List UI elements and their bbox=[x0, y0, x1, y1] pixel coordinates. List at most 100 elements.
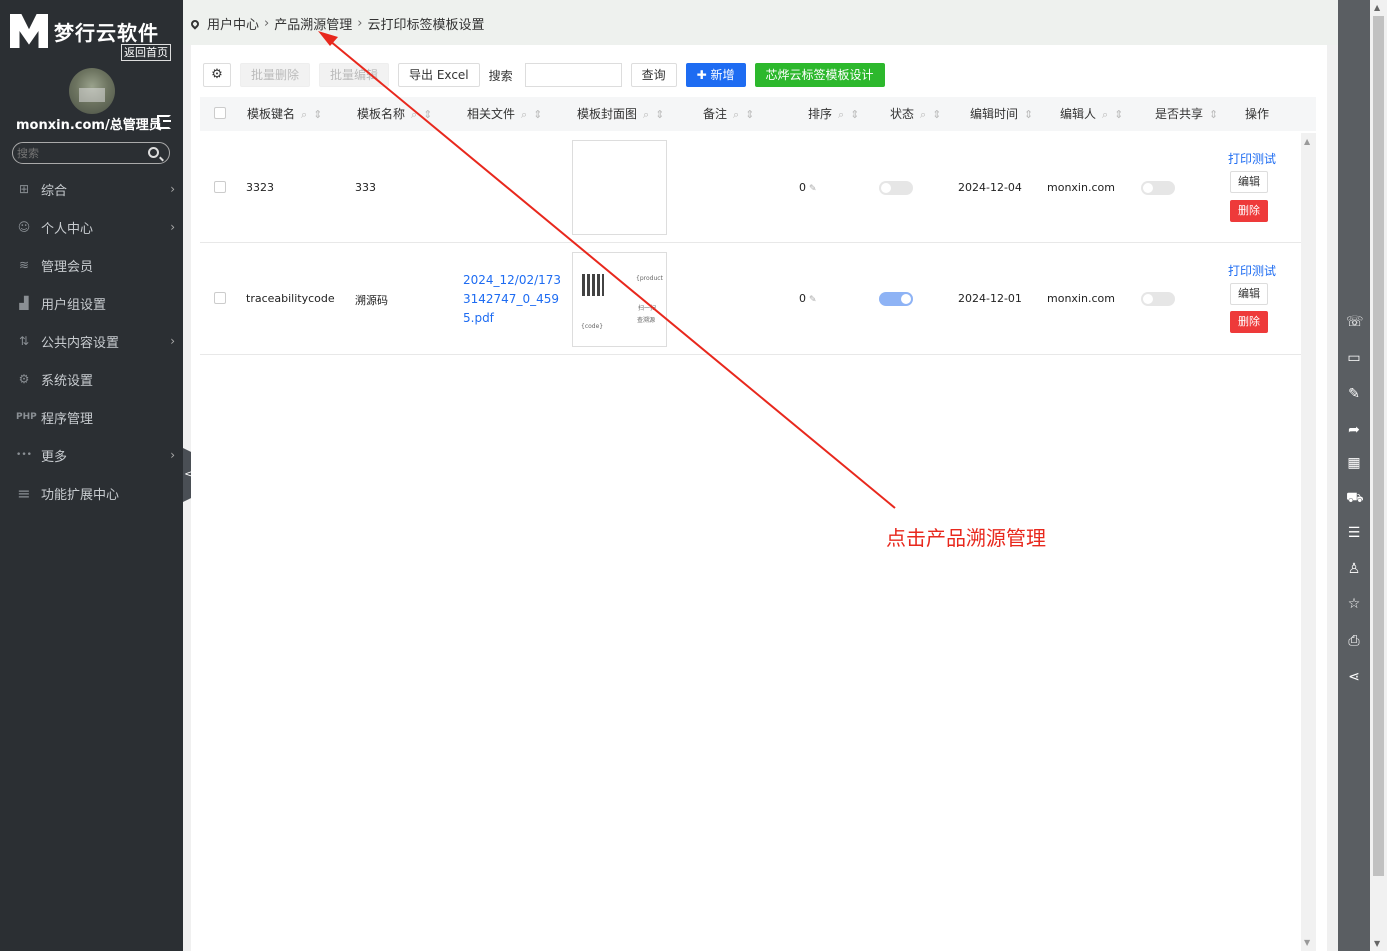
header-shared[interactable]: 是否共享 ⇕ bbox=[1155, 97, 1218, 131]
edit-icon[interactable]: ✎ bbox=[809, 184, 817, 194]
add-button[interactable]: ✚ 新增 bbox=[685, 63, 746, 87]
sidebar-item-label: 公共内容设置 bbox=[41, 335, 120, 351]
brand-logo[interactable]: 梦行云软件 bbox=[10, 14, 159, 48]
sidebar-item-system-settings[interactable]: ⚙ 系统设置 bbox=[0, 360, 183, 398]
back-home-link[interactable]: 返回首页 bbox=[121, 44, 171, 61]
dots-icon: ••• bbox=[16, 450, 32, 460]
sidebar-item-more[interactable]: ••• 更多 › bbox=[0, 436, 183, 474]
breadcrumb-product-traceability[interactable]: 产品溯源管理 bbox=[274, 14, 352, 33]
cell-sort-order[interactable]: 0 ✎ bbox=[799, 292, 817, 305]
sort-icon[interactable]: ⇕ bbox=[850, 108, 859, 121]
query-button[interactable]: 查询 bbox=[630, 63, 677, 87]
table-scrollbar[interactable]: ▲ ▼ bbox=[1301, 133, 1316, 951]
sort-icon[interactable]: ⇕ bbox=[313, 108, 322, 121]
cart-icon[interactable]: ⛟ bbox=[1346, 490, 1364, 506]
status-toggle[interactable] bbox=[879, 292, 913, 306]
batch-delete-button[interactable]: 批量删除 bbox=[240, 63, 311, 87]
sidebar-item-extension-center[interactable]: ≡ 功能扩展中心 bbox=[0, 474, 183, 512]
share-nodes-icon[interactable]: ⋖ bbox=[1346, 669, 1362, 685]
qrcode-icon[interactable]: ▦ bbox=[1346, 455, 1362, 471]
shared-toggle[interactable] bbox=[1141, 292, 1175, 306]
sort-icon[interactable]: ⇕ bbox=[1114, 108, 1123, 121]
search-icon[interactable]: ⌕ bbox=[521, 108, 527, 121]
cell-sort-order[interactable]: 0 ✎ bbox=[799, 181, 817, 194]
sidebar-item-label: 综合 bbox=[41, 183, 68, 199]
edit-icon[interactable]: ✎ bbox=[809, 295, 817, 305]
share-icon[interactable]: ➦ bbox=[1346, 422, 1362, 438]
chevron-right-icon: › bbox=[170, 220, 175, 234]
sidebar-item-public-content[interactable]: ⇅ 公共内容设置 › bbox=[0, 322, 183, 360]
batch-edit-button[interactable]: 批量编辑 bbox=[319, 63, 390, 87]
header-related-file[interactable]: 相关文件 ⌕ ⇕ bbox=[467, 97, 542, 131]
search-icon[interactable]: ⌕ bbox=[920, 108, 926, 121]
avatar[interactable] bbox=[69, 68, 115, 114]
scroll-up-icon[interactable]: ▲ bbox=[1304, 137, 1310, 146]
sidebar-item-program-management[interactable]: PHP 程序管理 bbox=[0, 398, 183, 436]
message-icon[interactable]: ▭ bbox=[1346, 350, 1362, 366]
search-icon[interactable]: ⌕ bbox=[301, 108, 307, 121]
user-icon[interactable]: ♙ bbox=[1346, 561, 1362, 577]
sidebar-item-general[interactable]: ⊞ 综合 › bbox=[0, 170, 183, 208]
logout-icon[interactable] bbox=[157, 115, 171, 129]
print-test-link[interactable]: 打印测试 bbox=[1228, 262, 1276, 279]
delete-button[interactable]: 删除 bbox=[1230, 311, 1268, 333]
export-excel-button[interactable]: 导出 Excel bbox=[398, 63, 480, 87]
search-input[interactable] bbox=[524, 63, 622, 87]
printer-icon[interactable]: ⎙ bbox=[1346, 633, 1362, 649]
sort-icon[interactable]: ⇕ bbox=[932, 108, 941, 121]
search-icon[interactable]: ⌕ bbox=[643, 108, 649, 121]
php-icon: PHP bbox=[16, 412, 37, 422]
header-edit-time[interactable]: 编辑时间 ⇕ bbox=[970, 97, 1033, 131]
search-icon[interactable] bbox=[148, 147, 159, 158]
cover-image-thumbnail[interactable] bbox=[572, 140, 667, 235]
wechat-icon[interactable]: ☏ bbox=[1346, 314, 1364, 330]
sidebar-search-input[interactable] bbox=[13, 143, 133, 163]
search-icon[interactable]: ⌕ bbox=[1102, 108, 1108, 121]
label-template-design-button[interactable]: 芯烨云标签模板设计 bbox=[754, 63, 885, 87]
edit-button[interactable]: 编辑 bbox=[1230, 283, 1268, 305]
status-toggle[interactable] bbox=[879, 181, 913, 195]
settings-gear-button[interactable]: ⚙ bbox=[203, 63, 231, 87]
sort-icon[interactable]: ⇕ bbox=[745, 108, 754, 121]
sort-icon[interactable]: ⇕ bbox=[1209, 108, 1218, 121]
cover-image-thumbnail[interactable]: {product 扫一扫 查溯源 {code} bbox=[572, 252, 667, 347]
sidebar-item-label: 用户组设置 bbox=[41, 297, 107, 313]
breadcrumb-user-center[interactable]: 用户中心 bbox=[207, 14, 259, 33]
sort-icon[interactable]: ⇕ bbox=[655, 108, 664, 121]
scroll-up-icon[interactable]: ▲ bbox=[1374, 3, 1380, 12]
search-icon[interactable]: ⌕ bbox=[733, 108, 739, 121]
search-icon[interactable]: ⌕ bbox=[411, 108, 417, 121]
star-icon[interactable]: ☆ bbox=[1346, 596, 1362, 612]
header-status[interactable]: 状态 ⌕ ⇕ bbox=[890, 97, 941, 131]
row-checkbox[interactable] bbox=[214, 181, 226, 196]
sort-icon[interactable]: ⇕ bbox=[533, 108, 542, 121]
shared-toggle[interactable] bbox=[1141, 181, 1175, 195]
search-icon[interactable]: ⌕ bbox=[838, 108, 844, 121]
header-template-key[interactable]: 模板键名 ⌕ ⇕ bbox=[247, 97, 322, 131]
delete-button[interactable]: 删除 bbox=[1230, 200, 1268, 222]
sidebar-item-personal-center[interactable]: ☺ 个人中心 › bbox=[0, 208, 183, 246]
sidebar-item-manage-members[interactable]: ≋ 管理会员 bbox=[0, 246, 183, 284]
list-icon[interactable]: ☰ bbox=[1346, 525, 1362, 541]
layers-icon: ≋ bbox=[18, 258, 30, 272]
row-checkbox[interactable] bbox=[214, 292, 226, 307]
sort-icon[interactable]: ⇕ bbox=[423, 108, 432, 121]
sidebar-item-user-groups[interactable]: ▟ 用户组设置 bbox=[0, 284, 183, 322]
header-template-name[interactable]: 模板名称 ⌕ ⇕ bbox=[357, 97, 432, 131]
header-remark[interactable]: 备注 ⌕ ⇕ bbox=[703, 97, 754, 131]
sort-icon[interactable]: ⇕ bbox=[1024, 108, 1033, 121]
window-scrollbar[interactable]: ▲ ▼ bbox=[1370, 0, 1387, 951]
select-all-checkbox[interactable] bbox=[214, 107, 226, 119]
print-test-link[interactable]: 打印测试 bbox=[1228, 150, 1276, 167]
thumb-text-trace: 查溯源 bbox=[637, 317, 656, 324]
header-editor[interactable]: 编辑人 ⌕ ⇕ bbox=[1060, 97, 1123, 131]
scroll-down-icon[interactable]: ▼ bbox=[1304, 938, 1310, 947]
related-file-link[interactable]: 2024_12/02/173 3142747_0_459 5.pdf bbox=[463, 271, 561, 328]
header-cover-image[interactable]: 模板封面图 ⌕ ⇕ bbox=[577, 97, 664, 131]
edit-button[interactable]: 编辑 bbox=[1230, 171, 1268, 193]
edit-icon[interactable]: ✎ bbox=[1346, 386, 1362, 402]
scrollbar-thumb[interactable] bbox=[1373, 16, 1384, 876]
scroll-down-icon[interactable]: ▼ bbox=[1374, 939, 1380, 948]
header-sort-order[interactable]: 排序 ⌕ ⇕ bbox=[808, 97, 859, 131]
chevron-right-icon: › bbox=[170, 448, 175, 462]
